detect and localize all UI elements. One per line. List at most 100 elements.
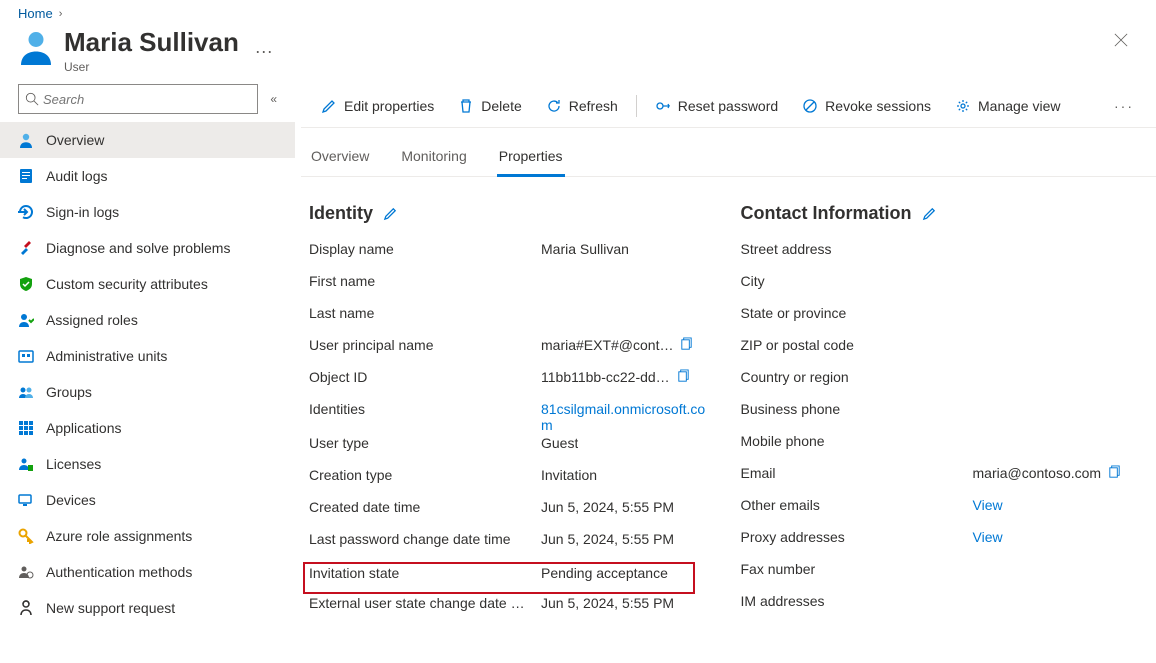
apps-icon <box>18 420 34 436</box>
tab-monitoring[interactable]: Monitoring <box>399 142 468 177</box>
field-label: ZIP or postal code <box>741 337 973 353</box>
field-label: Creation type <box>309 467 541 483</box>
toolbar-label: Refresh <box>569 98 618 114</box>
sidebar-item-label: Diagnose and solve problems <box>46 240 230 256</box>
sidebar-item-label: Azure role assignments <box>46 528 192 544</box>
tab-overview[interactable]: Overview <box>309 142 371 177</box>
field-label: Country or region <box>741 369 973 385</box>
field-label: Mobile phone <box>741 433 973 449</box>
field-value: Guest <box>541 435 578 451</box>
sidebar-item-azure-roles[interactable]: Azure role assignments <box>0 518 295 554</box>
sidebar-item-label: Licenses <box>46 456 101 472</box>
field-label: Display name <box>309 241 541 257</box>
refresh-icon <box>546 98 562 114</box>
tabs: Overview Monitoring Properties <box>301 128 1156 177</box>
field-value: Maria Sullivan <box>541 241 629 257</box>
person-icon <box>18 29 54 65</box>
toolbar-label: Edit properties <box>344 98 434 114</box>
sidebar-item-label: Applications <box>46 420 122 436</box>
field-value: maria@contoso.com <box>973 465 1102 481</box>
sidebar-item-signin-logs[interactable]: Sign-in logs <box>0 194 295 230</box>
section-title-identity: Identity <box>309 203 373 224</box>
sidebar-item-diagnose[interactable]: Diagnose and solve problems <box>0 230 295 266</box>
copy-icon[interactable] <box>676 369 691 384</box>
edit-properties-button[interactable]: Edit properties <box>309 84 446 127</box>
section-title-contact: Contact Information <box>741 203 912 224</box>
trash-icon <box>458 98 474 114</box>
close-icon[interactable] <box>1108 27 1134 53</box>
toolbar-label: Delete <box>481 98 521 114</box>
edit-contact-icon[interactable] <box>922 206 937 221</box>
support-icon <box>18 600 34 616</box>
key-icon <box>18 528 34 544</box>
sidebar-item-label: Devices <box>46 492 96 508</box>
groups-icon <box>18 384 34 400</box>
sidebar-item-label: Sign-in logs <box>46 204 119 220</box>
toolbar-separator <box>636 95 637 117</box>
view-other-emails-link[interactable]: View <box>973 497 1003 513</box>
view-proxy-link[interactable]: View <box>973 529 1003 545</box>
admin-units-icon <box>18 348 34 364</box>
field-label: First name <box>309 273 541 289</box>
sidebar-item-groups[interactable]: Groups <box>0 374 295 410</box>
sidebar-item-label: Overview <box>46 132 104 148</box>
search-input[interactable] <box>18 84 258 114</box>
tab-properties[interactable]: Properties <box>497 142 565 177</box>
field-label: External user state change date … <box>309 595 541 611</box>
chevron-right-icon: › <box>59 8 63 20</box>
field-label: Created date time <box>309 499 541 515</box>
invitation-state-row: Invitation statePending acceptance <box>303 562 695 594</box>
signin-icon <box>18 204 34 220</box>
field-label: State or province <box>741 305 973 321</box>
sidebar-item-security-attrs[interactable]: Custom security attributes <box>0 266 295 302</box>
sidebar-item-label: New support request <box>46 600 175 616</box>
sidebar-item-label: Custom security attributes <box>46 276 208 292</box>
sidebar-item-label: Authentication methods <box>46 564 192 580</box>
manage-view-button[interactable]: Manage view <box>943 84 1073 127</box>
field-value-link[interactable]: 81csilgmail.onmicrosoft.com <box>541 401 717 433</box>
toolbar-label: Reset password <box>678 98 778 114</box>
sidebar-item-applications[interactable]: Applications <box>0 410 295 446</box>
toolbar-overflow-icon[interactable]: ··· <box>1100 98 1148 114</box>
field-value: 11bb11bb-cc22-dd… <box>541 369 670 385</box>
sidebar-item-licenses[interactable]: Licenses <box>0 446 295 482</box>
refresh-button[interactable]: Refresh <box>534 84 630 127</box>
field-label: IM addresses <box>741 593 973 609</box>
collapse-sidebar-icon[interactable]: « <box>266 88 281 110</box>
sidebar-item-support[interactable]: New support request <box>0 590 295 626</box>
field-label: Invitation state <box>309 565 541 581</box>
log-icon <box>18 168 34 184</box>
edit-identity-icon[interactable] <box>383 206 398 221</box>
auth-icon <box>18 564 34 580</box>
copy-icon[interactable] <box>679 337 694 352</box>
sidebar-item-audit-logs[interactable]: Audit logs <box>0 158 295 194</box>
field-label: User principal name <box>309 337 541 353</box>
shield-icon <box>18 276 34 292</box>
reset-password-button[interactable]: Reset password <box>643 84 790 127</box>
page-title: Maria Sullivan <box>64 27 239 57</box>
sidebar-item-admin-units[interactable]: Administrative units <box>0 338 295 374</box>
field-value: Pending acceptance <box>541 565 668 581</box>
revoke-sessions-button[interactable]: Revoke sessions <box>790 84 943 127</box>
breadcrumb-home[interactable]: Home <box>18 6 53 21</box>
delete-button[interactable]: Delete <box>446 84 533 127</box>
license-icon <box>18 456 34 472</box>
breadcrumb: Home › <box>0 0 1156 21</box>
page-header: Maria Sullivan ··· User <box>0 21 1156 84</box>
more-icon[interactable]: ··· <box>255 41 273 61</box>
key-icon <box>655 98 671 114</box>
sidebar-item-assigned-roles[interactable]: Assigned roles <box>0 302 295 338</box>
field-value: Jun 5, 2024, 5:55 PM <box>541 595 674 611</box>
copy-icon[interactable] <box>1107 465 1122 480</box>
field-value: Invitation <box>541 467 597 483</box>
toolbar-label: Revoke sessions <box>825 98 931 114</box>
contact-section: Contact Information Street address City … <box>741 203 1149 663</box>
sidebar-item-devices[interactable]: Devices <box>0 482 295 518</box>
page-subtitle: User <box>64 60 273 74</box>
field-label: City <box>741 273 973 289</box>
sidebar-item-overview[interactable]: Overview <box>0 122 295 158</box>
sidebar-item-auth-methods[interactable]: Authentication methods <box>0 554 295 590</box>
properties-content: Identity Display nameMaria Sullivan Firs… <box>301 177 1156 663</box>
pencil-icon <box>321 98 337 114</box>
toolbar: Edit properties Delete Refresh Reset pas… <box>301 84 1156 128</box>
